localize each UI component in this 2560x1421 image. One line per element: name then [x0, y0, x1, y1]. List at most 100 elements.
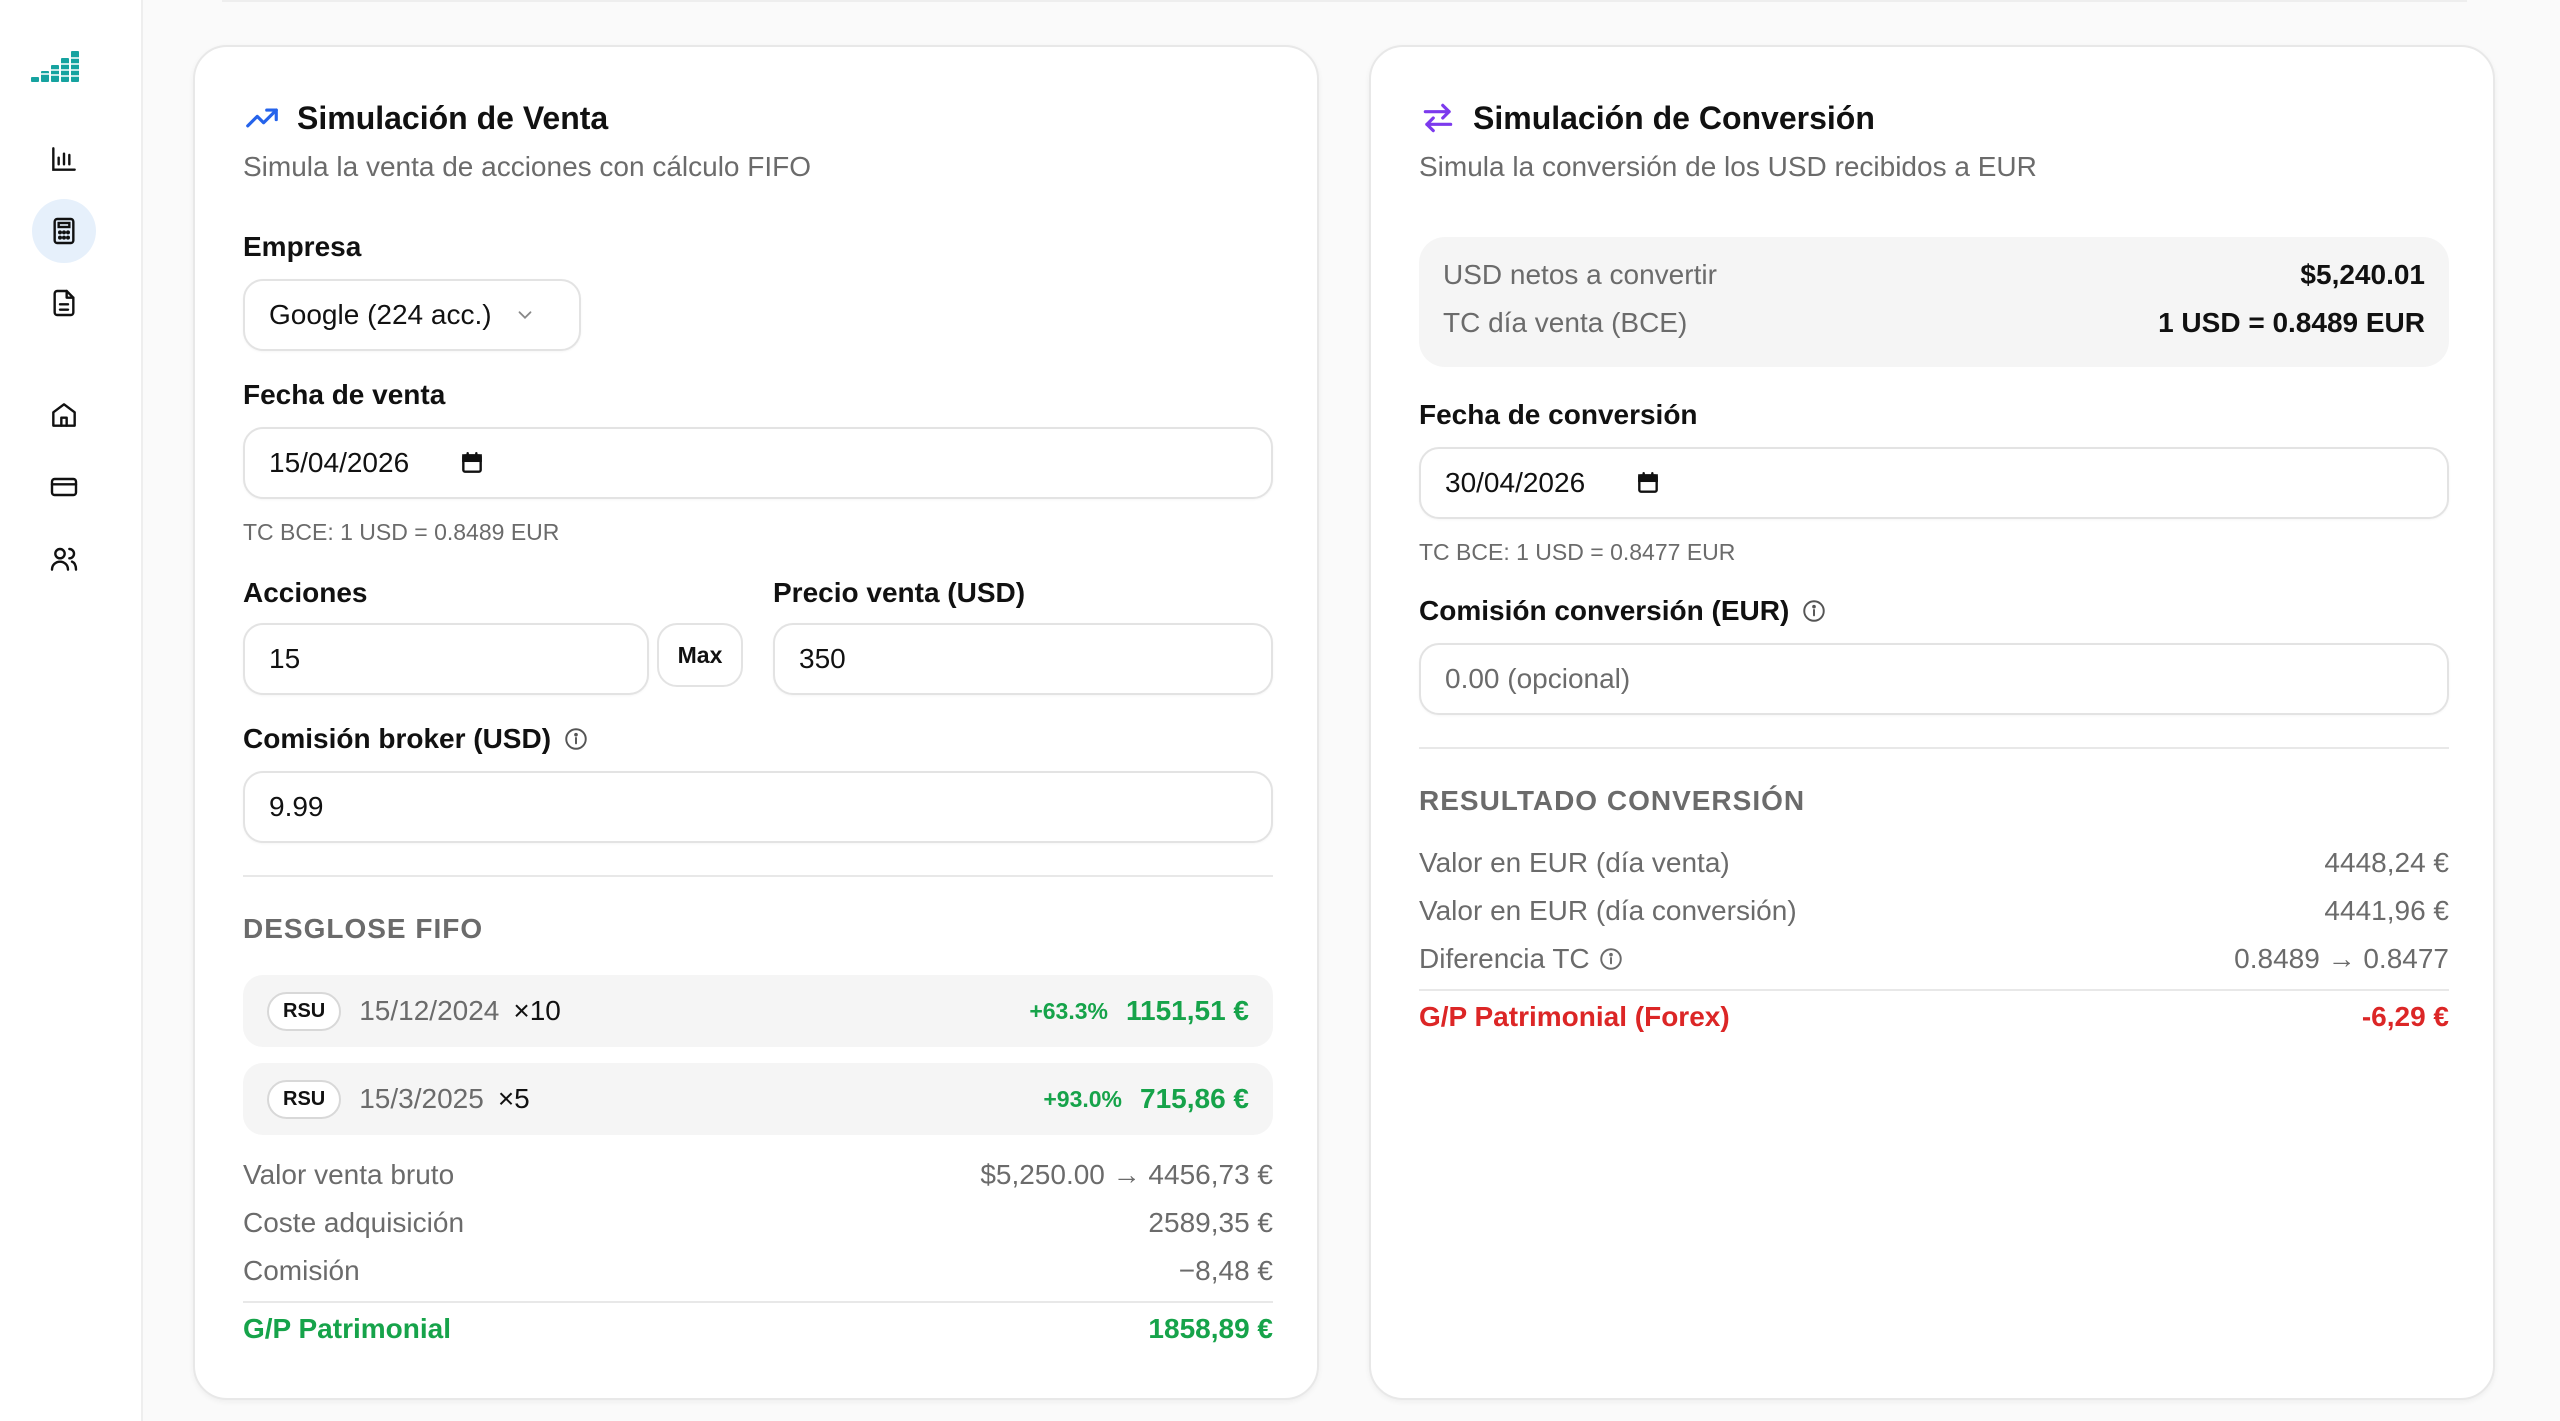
- lot-type-badge: RSU: [267, 1079, 342, 1119]
- sale-date-input[interactable]: 15/04/2026: [243, 427, 1273, 499]
- gross-sale-row: Valor venta bruto $5,250.00 → 4456,73 €: [243, 1159, 1273, 1191]
- net-usd-label: USD netos a convertir: [1443, 259, 1717, 290]
- sale-date-label: Fecha de venta: [243, 379, 446, 410]
- company-select-value: Google (224 acc.): [269, 299, 492, 330]
- logo-icon: [31, 51, 79, 82]
- fifo-lot-row: RSU 15/3/2025 ×5 +93.0% 715,86 €: [243, 1063, 1273, 1135]
- top-divider: [222, 0, 2467, 2]
- fifo-lot-row: RSU 15/12/2024 ×10 +63.3% 1151,51 €: [243, 975, 1273, 1047]
- eur-conversion-day-label: Valor en EUR (día conversión): [1419, 895, 1797, 926]
- gross-sale-label: Valor venta bruto: [243, 1159, 455, 1190]
- sale-simulation-card: Simulación de Venta Simula la venta de a…: [193, 45, 1319, 1400]
- info-icon[interactable]: [1801, 598, 1827, 624]
- lot-gain-value: 1151,51 €: [1125, 995, 1249, 1026]
- calculator-icon: [53, 217, 75, 245]
- eur-conversion-day-row: Valor en EUR (día conversión) 4441,96 €: [1419, 895, 2449, 927]
- broker-fee-input[interactable]: 9.99: [243, 771, 1273, 843]
- lot-quantity: ×5: [497, 1083, 530, 1114]
- shares-input[interactable]: 15: [243, 623, 649, 695]
- conversion-fee-label: Comisión conversión (EUR): [1419, 595, 1827, 627]
- trending-up-icon: [246, 108, 278, 128]
- conversion-summary-box: USD netos a convertir $5,240.01 TC día v…: [1419, 237, 2449, 367]
- sale-card-header: Simulación de Venta: [243, 99, 608, 137]
- nav-simulator-button[interactable]: [32, 199, 96, 263]
- price-input[interactable]: 350: [773, 623, 1273, 695]
- nav-accounts-button[interactable]: [32, 455, 96, 519]
- sale-day-rate-row: TC día venta (BCE) 1 USD = 0.8489 EUR: [1443, 307, 2425, 339]
- conversion-card-header: Simulación de Conversión: [1419, 99, 1875, 137]
- lot-gain-value: 715,86 €: [1140, 1083, 1249, 1114]
- company-select[interactable]: Google (224 acc.): [243, 279, 581, 351]
- conversion-date-label: Fecha de conversión: [1419, 399, 1698, 430]
- nav-home-button[interactable]: [32, 383, 96, 447]
- eur-sale-day-label: Valor en EUR (día venta): [1419, 847, 1730, 878]
- rate-difference-label-text: Diferencia TC: [1419, 943, 1590, 974]
- acquisition-cost-value: 2589,35 €: [1148, 1207, 1273, 1238]
- forex-gain-row: G/P Patrimonial (Forex) -6,29 €: [1419, 1001, 2449, 1033]
- conversion-simulation-card: Simulación de Conversión Simula la conve…: [1369, 45, 2495, 1400]
- sale-card-title: Simulación de Venta: [297, 99, 609, 136]
- conversion-date-value: 30/04/2026: [1445, 467, 1586, 498]
- info-icon[interactable]: [563, 726, 589, 752]
- acquisition-cost-row: Coste adquisición 2589,35 €: [243, 1207, 1273, 1239]
- calendar-icon[interactable]: [1635, 470, 1661, 496]
- forex-divider: [1419, 989, 2449, 991]
- lot-quantity: ×10: [513, 995, 561, 1026]
- commission-value: −8,48 €: [1178, 1255, 1273, 1286]
- sidebar: [0, 0, 143, 1421]
- conversion-card-subtitle: Simula la conversión de los USD recibido…: [1419, 151, 2037, 182]
- conversion-fee-placeholder: 0.00 (opcional): [1445, 663, 1631, 694]
- forex-gain-value: -6,29 €: [2361, 1001, 2449, 1032]
- sale-day-rate-value: 1 USD = 0.8489 EUR: [2158, 307, 2425, 338]
- summary-divider: [243, 1301, 1273, 1303]
- lot-date: 15/12/2024: [359, 995, 500, 1026]
- eur-conversion-day-value: 4441,96 €: [2324, 895, 2449, 926]
- chevron-down-icon: [518, 311, 531, 320]
- eur-sale-day-value: 4448,24 €: [2324, 847, 2449, 878]
- info-icon[interactable]: [1598, 946, 1624, 972]
- broker-fee-value: 9.99: [269, 791, 324, 822]
- document-icon: [53, 289, 75, 317]
- users-icon: [50, 547, 78, 571]
- price-value: 350: [799, 643, 846, 674]
- broker-fee-label: Comisión broker (USD): [243, 723, 589, 755]
- nav-documents-button[interactable]: [32, 271, 96, 335]
- rate-difference-row: Diferencia TC 0.8489 → 0.8477: [1419, 943, 2449, 975]
- shares-value: 15: [269, 643, 301, 674]
- sale-date-value: 15/04/2026: [269, 447, 410, 478]
- result-heading: RESULTADO CONVERSIÓN: [1419, 785, 1806, 816]
- nav-users-button[interactable]: [32, 527, 96, 591]
- lot-type-badge: RSU: [267, 991, 342, 1031]
- conversion-fee-label-text: Comisión conversión (EUR): [1419, 595, 1790, 626]
- commission-row: Comisión −8,48 €: [243, 1255, 1273, 1287]
- net-usd-row: USD netos a convertir $5,240.01: [1443, 259, 2425, 291]
- result-divider: [1419, 747, 2449, 749]
- conversion-rate-hint: TC BCE: 1 USD = 0.8477 EUR: [1419, 539, 1736, 565]
- sale-rate-hint: TC BCE: 1 USD = 0.8489 EUR: [243, 519, 560, 545]
- company-label: Empresa: [243, 231, 362, 262]
- gross-sale-value: $5,250.00 → 4456,73 €: [980, 1159, 1273, 1190]
- lot-gain-percent: +93.0%: [1043, 1085, 1122, 1112]
- shares-label: Acciones: [243, 577, 368, 608]
- bar-chart-icon: [52, 147, 76, 171]
- capital-gain-value: 1858,89 €: [1148, 1313, 1273, 1344]
- fifo-heading: DESGLOSE FIFO: [243, 913, 484, 944]
- nav-dashboard-button[interactable]: [32, 127, 96, 191]
- conversion-date-input[interactable]: 30/04/2026: [1419, 447, 2449, 519]
- conversion-fee-input[interactable]: 0.00 (opcional): [1419, 643, 2449, 715]
- home-icon: [52, 403, 76, 427]
- acquisition-cost-label: Coste adquisición: [243, 1207, 465, 1238]
- credit-card-icon: [50, 477, 78, 497]
- net-usd-value: $5,240.01: [2300, 259, 2425, 290]
- price-label: Precio venta (USD): [773, 577, 1026, 608]
- lot-date: 15/3/2025: [359, 1083, 484, 1114]
- broker-fee-label-text: Comisión broker (USD): [243, 723, 552, 754]
- lot-gain-percent: +63.3%: [1029, 997, 1108, 1024]
- max-shares-button[interactable]: Max: [657, 623, 743, 687]
- eur-sale-day-row: Valor en EUR (día venta) 4448,24 €: [1419, 847, 2449, 879]
- capital-gain-label: G/P Patrimonial: [243, 1313, 451, 1344]
- commission-label: Comisión: [243, 1255, 360, 1286]
- capital-gain-row: G/P Patrimonial 1858,89 €: [243, 1313, 1273, 1345]
- calendar-icon[interactable]: [459, 450, 485, 476]
- forex-gain-label: G/P Patrimonial (Forex): [1419, 1001, 1730, 1032]
